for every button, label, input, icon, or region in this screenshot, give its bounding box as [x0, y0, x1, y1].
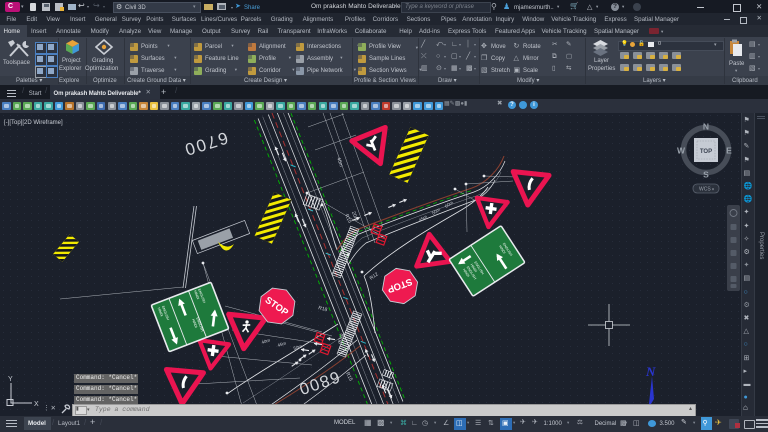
svg-text:▾: ▾	[712, 187, 714, 192]
svg-text:N: N	[703, 122, 709, 132]
svg-text:W: W	[677, 146, 686, 156]
svg-text:[-][Top][2D Wireframe]: [-][Top][2D Wireframe]	[4, 120, 63, 126]
svg-text:WCS: WCS	[699, 187, 711, 193]
svg-text:TOP: TOP	[700, 149, 712, 155]
svg-text:N: N	[645, 364, 656, 379]
svg-text:S: S	[703, 170, 709, 180]
svg-text:E: E	[726, 146, 732, 156]
svg-text:X: X	[34, 401, 39, 408]
svg-text:Y: Y	[8, 376, 13, 383]
